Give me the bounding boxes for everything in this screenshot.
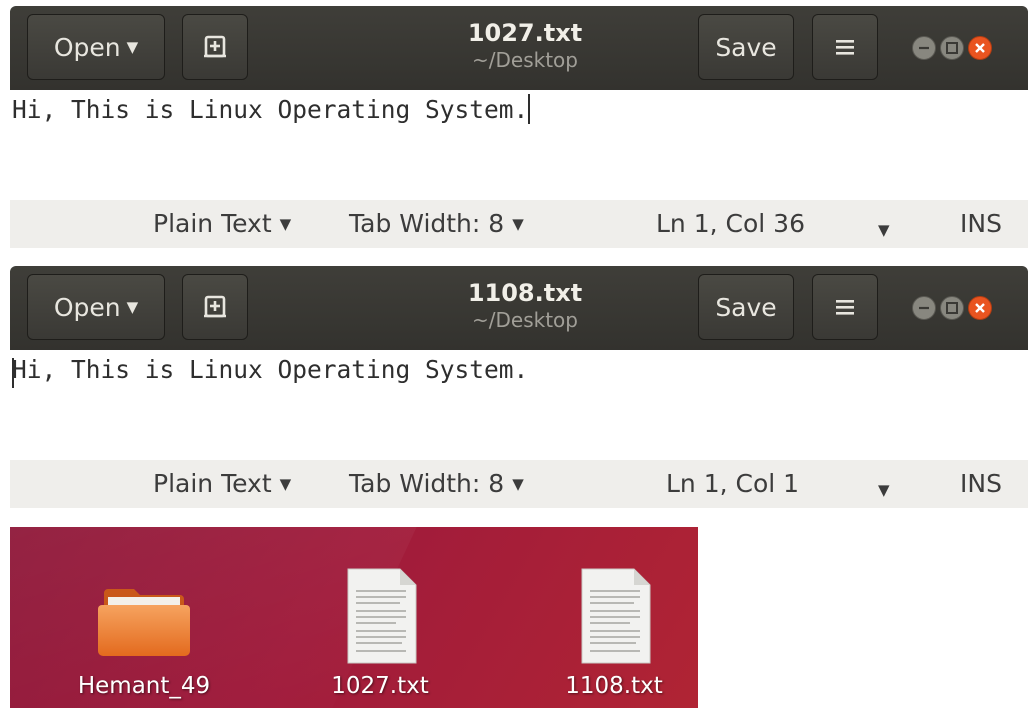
status-bar: Plain Text ▼ Tab Width: 8 ▼ Ln 1, Col 1 ▼ … [10,460,1028,508]
status-bar: Plain Text ▼ Tab Width: 8 ▼ Ln 1, Col 36 ▼… [10,200,1028,248]
insert-mode-indicator: INS [960,209,1002,238]
tab-width-label: Tab Width: 8 [349,209,505,238]
minimize-button[interactable] [912,36,936,60]
desktop-item-file[interactable]: 1027.txt [300,567,460,699]
text-area[interactable]: Hi, This is Linux Operating System. [10,90,1028,200]
language-selector[interactable]: Plain Text ▼ [153,468,291,500]
tab-width-label: Tab Width: 8 [349,469,505,498]
new-document-button[interactable] [182,14,248,80]
desktop-item-file[interactable]: 1108.txt [534,567,694,699]
header-bar: Open ▼ 1027.txt ~/Desktop Save [10,6,1028,90]
cursor-position-selector[interactable]: Ln 1, Col 36 [656,208,805,240]
chevron-down-icon: ▼ [126,38,139,56]
text-cursor [528,94,531,124]
text-editor-window-2: Open ▼ 1108.txt ~/Desktop Save Hi, This … [10,266,1028,508]
window-title: 1108.txt [467,279,583,307]
maximize-button[interactable] [940,36,964,60]
hamburger-menu-button[interactable] [812,14,878,80]
open-button-label: Open [53,32,121,62]
close-button[interactable] [968,296,992,320]
save-button[interactable]: Save [698,14,794,80]
minimize-icon [919,46,929,50]
save-button[interactable]: Save [698,274,794,340]
language-label: Plain Text [153,209,272,238]
hamburger-menu-button[interactable] [812,274,878,340]
close-button[interactable] [968,36,992,60]
desktop-item-label: Hemant_49 [77,673,211,699]
insert-mode-indicator: INS [960,469,1002,498]
new-document-icon [204,295,226,318]
chevron-down-icon: ▼ [126,298,139,316]
maximize-icon [946,302,958,314]
cursor-position-label: Ln 1, Col 1 [666,469,800,498]
chevron-down-icon[interactable]: ▼ [878,474,890,506]
chevron-down-icon[interactable]: ▼ [878,214,890,246]
new-document-button[interactable] [182,274,248,340]
window-subtitle: ~/Desktop [472,308,578,332]
chevron-down-icon: ▼ [512,215,524,233]
window-title: 1027.txt [467,19,583,47]
text-area[interactable]: Hi, This is Linux Operating System. [10,350,1028,460]
tab-width-selector[interactable]: Tab Width: 8 ▼ [349,468,524,500]
cursor-position-selector[interactable]: Ln 1, Col 1 [666,468,799,500]
new-document-icon [204,35,226,58]
folder-icon [98,589,190,656]
tab-width-selector[interactable]: Tab Width: 8 ▼ [349,208,524,240]
chevron-down-icon: ▼ [512,475,524,493]
document-text: Hi, This is Linux Operating System. [12,355,529,384]
title-block: 1027.txt ~/Desktop [390,18,660,72]
window-subtitle: ~/Desktop [472,48,578,72]
chevron-down-icon: ▼ [279,475,292,493]
hamburger-menu-icon [836,300,854,315]
text-editor-window-1: Open ▼ 1027.txt ~/Desktop Save Hi, This … [10,6,1028,248]
close-icon [975,43,985,53]
desktop-item-label: 1108.txt [565,673,663,699]
maximize-button[interactable] [940,296,964,320]
desktop-item-label: 1027.txt [331,673,429,699]
open-button[interactable]: Open ▼ [27,14,165,80]
text-file-icon [347,568,417,664]
title-block: 1108.txt ~/Desktop [390,278,660,332]
desktop-item-folder[interactable]: Hemant_49 [64,567,224,699]
open-button-label: Open [53,292,121,322]
cursor-position-label: Ln 1, Col 36 [656,209,805,238]
minimize-button[interactable] [912,296,936,320]
maximize-icon [946,42,958,54]
open-button[interactable]: Open ▼ [27,274,165,340]
close-icon [975,303,985,313]
desktop-area: Hemant_49 1027.txt 1108.txt [10,527,698,708]
language-label: Plain Text [153,469,272,498]
document-text: Hi, This is Linux Operating System. [12,95,529,124]
text-cursor [12,358,14,388]
chevron-down-icon: ▼ [279,215,292,233]
text-file-icon [581,568,651,664]
header-bar: Open ▼ 1108.txt ~/Desktop Save [10,266,1028,350]
language-selector[interactable]: Plain Text ▼ [153,208,291,240]
hamburger-menu-icon [836,40,854,55]
minimize-icon [919,306,929,310]
